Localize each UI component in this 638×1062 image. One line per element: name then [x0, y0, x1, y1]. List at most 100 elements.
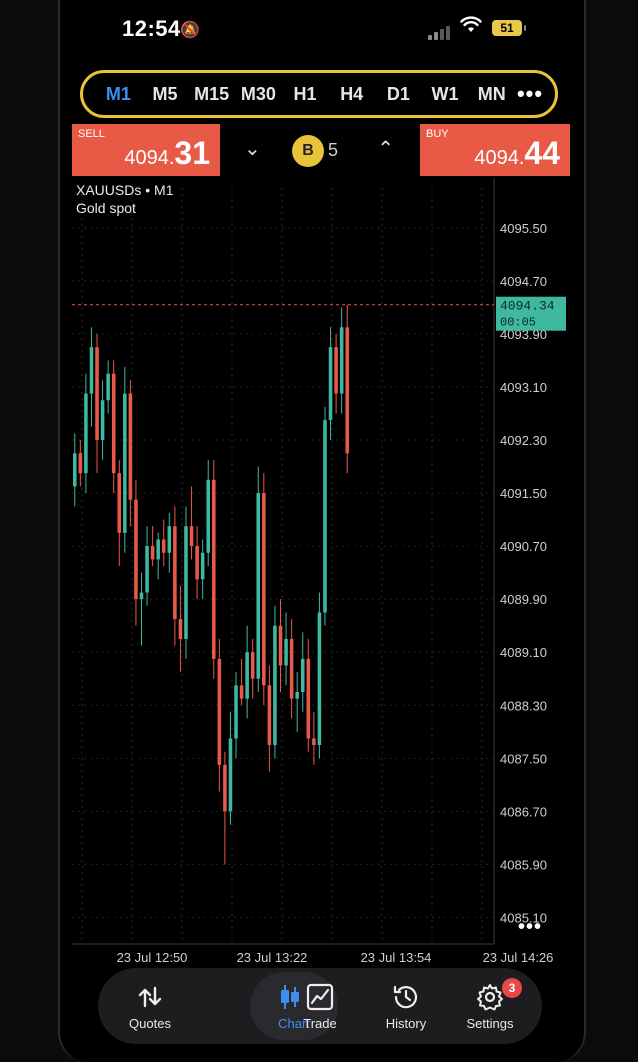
cellular-signal-icon: [428, 22, 452, 40]
current-price-label: 4094.34: [500, 299, 555, 314]
candle-body: [273, 625, 277, 746]
trade-icon: [306, 983, 334, 1011]
chart-more-icon[interactable]: •••: [518, 916, 542, 939]
candle-body: [134, 499, 138, 600]
history-icon: [393, 985, 418, 1009]
candle-body: [150, 546, 155, 560]
candle-body: [100, 400, 105, 440]
candle-body: [161, 539, 166, 553]
nav-settings[interactable]: 3 Settings: [448, 968, 532, 1044]
chevron-up-icon[interactable]: ⌃: [377, 136, 394, 161]
gear-icon: [477, 984, 503, 1011]
nav-quotes[interactable]: Quotes: [108, 968, 192, 1044]
candle-body: [111, 373, 116, 474]
candle-body: [223, 764, 227, 812]
phone-frame: 12:54 🔕 51 M1 M5 M15 M30 H1 H4 D1 W1 MN …: [58, 0, 586, 1062]
battery-icon: 51: [492, 20, 526, 36]
candle-body: [217, 658, 222, 765]
y-tick-label: 4094.70: [500, 274, 547, 289]
nav-trade-label: Trade: [303, 1016, 337, 1031]
candle-body: [284, 638, 288, 666]
candle-body: [228, 738, 233, 812]
candle-body: [167, 526, 172, 553]
candle-body: [334, 347, 338, 394]
candle-body: [184, 526, 188, 639]
tf-h1[interactable]: H1: [282, 84, 329, 105]
y-tick-label: 4088.30: [500, 698, 547, 713]
price-chart[interactable]: 4095.50 4094.70 4093.90 4093.10 4092.30 4091.…: [60, 178, 584, 968]
candle-body: [189, 526, 194, 547]
status-bar: 12:54 🔕 51: [60, 0, 584, 60]
candle-body: [289, 638, 294, 699]
candle-body: [178, 619, 183, 639]
candle-body: [234, 685, 238, 739]
candle-body: [89, 347, 94, 394]
countdown-label: 00:05: [500, 316, 536, 330]
candle-body: [300, 658, 305, 692]
sell-label: SELL: [78, 128, 105, 140]
chart-symbol: XAUUSDs • M1: [76, 182, 174, 198]
y-tick-label: 4089.90: [500, 592, 547, 607]
candle-body: [156, 539, 160, 560]
more-icon[interactable]: •••: [515, 81, 545, 107]
buy-label: BUY: [426, 128, 449, 140]
y-tick-label: 4093.10: [500, 380, 547, 395]
candle-body: [73, 453, 77, 487]
candle-body: [206, 479, 210, 553]
candle-body: [78, 453, 83, 474]
volume-control: ⌄ B 5 ⌃: [220, 124, 420, 176]
sell-button[interactable]: SELL 4094.31: [72, 124, 220, 176]
tf-m1[interactable]: M1: [95, 84, 142, 105]
sell-price: 4094.31: [124, 135, 210, 171]
tf-w1[interactable]: W1: [422, 84, 469, 105]
chevron-down-icon[interactable]: ⌄: [244, 136, 261, 161]
buy-button[interactable]: BUY 4094.44: [420, 124, 570, 176]
candle-body: [295, 692, 299, 699]
candle-body: [312, 738, 316, 746]
candle-body: [306, 658, 311, 739]
candle-body: [250, 652, 255, 679]
candle-body: [256, 493, 261, 679]
candle-body: [345, 327, 349, 454]
bell-muted-icon: 🔕: [180, 22, 200, 39]
candle-body: [95, 347, 99, 440]
candle-body: [123, 393, 127, 533]
y-tick-label: 4090.70: [500, 539, 547, 554]
candlestick-plot[interactable]: 4095.504094.704093.904093.104092.304091.…: [60, 178, 584, 968]
candle-body: [195, 546, 199, 580]
tf-m5[interactable]: M5: [142, 84, 189, 105]
y-tick-label: 4087.50: [500, 751, 547, 766]
candle-body: [278, 625, 283, 666]
tf-m30[interactable]: M30: [235, 84, 282, 105]
wifi-icon: [460, 16, 482, 40]
candle-body: [245, 652, 249, 699]
y-tick-label: 4092.30: [500, 433, 547, 448]
candle-body: [173, 526, 177, 620]
y-tick-label: 4089.10: [500, 645, 547, 660]
candle-body: [84, 393, 88, 474]
nav-settings-label: Settings: [466, 1016, 514, 1031]
candle-body: [262, 493, 266, 686]
candle-body: [323, 420, 327, 613]
tf-mn[interactable]: MN: [468, 84, 515, 105]
b-badge[interactable]: B: [292, 135, 324, 167]
y-tick-label: 4086.70: [500, 804, 547, 819]
candle-body: [328, 347, 333, 421]
y-tick-label: 4091.50: [500, 486, 547, 501]
candle-body: [128, 393, 133, 500]
tf-h4[interactable]: H4: [328, 84, 375, 105]
candle-body: [317, 612, 322, 746]
tf-m15[interactable]: M15: [188, 84, 235, 105]
quotes-icon: [138, 986, 162, 1008]
candle-body: [106, 373, 110, 401]
chart-description: Gold spot: [76, 200, 136, 216]
volume-value[interactable]: 5: [328, 140, 338, 161]
status-time: 12:54: [122, 16, 181, 41]
nav-history[interactable]: History: [364, 968, 448, 1044]
nav-trade[interactable]: Trade: [278, 968, 362, 1044]
x-tick-label: 23 Jul 14:26: [483, 950, 554, 965]
tf-d1[interactable]: D1: [375, 84, 422, 105]
candle-body: [117, 473, 122, 533]
timeframe-bar: M1 M5 M15 M30 H1 H4 D1 W1 MN •••: [80, 70, 558, 118]
candle-body: [200, 552, 205, 580]
